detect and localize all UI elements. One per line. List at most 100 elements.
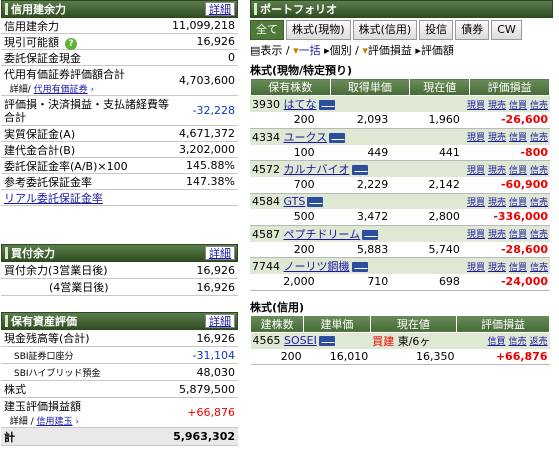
margin-sell-link[interactable]: 信売 (508, 337, 526, 347)
row-value: 11,099,218 (172, 19, 235, 32)
action-link[interactable]: 信売 (530, 230, 548, 240)
real-margin-link[interactable]: リアル委託保証金率 (4, 190, 103, 206)
tab-cw[interactable]: CW (491, 20, 522, 40)
row-label: 信用建余力 (4, 19, 59, 33)
action-link[interactable]: 信買 (509, 101, 527, 111)
chevron-right-icon: › (75, 417, 80, 427)
value-option[interactable]: 評価額 (421, 44, 454, 57)
portfolio-panel: ポートフォリオ 全て 株式(現物) 株式(信用) 投信 債券 CW ▤表示 / … (249, 0, 559, 365)
price-cell: 5,740 (390, 241, 462, 258)
mail-icon[interactable] (318, 336, 335, 346)
row-value: 3,202,000 (179, 143, 235, 156)
tab-fund[interactable]: 投信 (419, 20, 454, 40)
tab-spot[interactable]: 株式(現物) (286, 20, 351, 40)
tab-bond[interactable]: 債券 (455, 20, 490, 40)
stock-name-link[interactable]: ペプチドリーム (284, 228, 361, 241)
collateral-link[interactable]: 代用有価証券 (34, 85, 88, 95)
spot-table-body: 3930 はてな 現買 現売 信買 信売 200 2,093 1,960 -26,600 4334… (250, 96, 550, 291)
mail-icon[interactable] (351, 165, 368, 175)
buying-detail-link[interactable]: 詳細 (205, 246, 235, 260)
stock-code: 4584 (252, 194, 280, 208)
toolbar: ▤表示 / ▾一括 ▸個別 / ▾評価損益 ▸評価額 (250, 44, 454, 57)
mail-icon[interactable] (362, 229, 379, 240)
row-label: 計 (4, 430, 15, 444)
detail-label: 詳細 (9, 417, 28, 427)
row-label: 建代金合計(B) (4, 143, 76, 157)
action-link[interactable]: 現買 (467, 198, 485, 208)
shares-cell: 700 (250, 177, 317, 194)
action-link[interactable]: 信買 (509, 198, 527, 208)
action-link[interactable]: 現売 (488, 263, 506, 273)
row-value: 5,963,302 (173, 430, 235, 443)
row-label: SBIハイブリッド預金 (14, 368, 101, 379)
portfolio-title: ポートフォリオ (254, 1, 337, 17)
cost-cell: 449 (316, 144, 391, 161)
mail-icon[interactable] (318, 100, 335, 110)
action-link[interactable]: 現売 (488, 230, 506, 240)
row-value: 147.38% (186, 175, 235, 188)
action-link[interactable]: 現売 (488, 198, 506, 208)
col-header: 現在値 (369, 314, 457, 333)
action-link[interactable]: 信買 (509, 133, 527, 143)
stock-name-link[interactable]: カルナバイオ (284, 163, 350, 176)
margin-position-link[interactable]: 信用建玉 (37, 417, 73, 427)
cost-cell: 16,010 (303, 348, 371, 365)
row-label: 建玉評価損益額 詳細 / 信用建玉 › (4, 400, 81, 427)
action-link[interactable]: 現買 (467, 230, 485, 240)
stock-name-link[interactable]: はてな (284, 98, 317, 111)
stock-name-link[interactable]: ノーリツ鋼機 (284, 260, 350, 273)
margin-buy-link[interactable]: 信買 (487, 337, 505, 347)
tab-all[interactable]: 全て (250, 20, 284, 40)
action-link[interactable]: 現買 (467, 166, 485, 176)
mail-icon[interactable] (329, 132, 346, 143)
table-row: 4587 ペプチドリーム 現買 現売 信買 信売 (250, 225, 550, 242)
action-link[interactable]: 信売 (530, 101, 548, 111)
stock-name-link[interactable]: ユークス (284, 131, 328, 144)
cost-cell: 5,883 (316, 241, 391, 258)
action-link[interactable]: 信買 (509, 263, 527, 273)
help-icon[interactable]: ? (65, 37, 77, 50)
row-value: 4,671,372 (179, 127, 235, 140)
row-label: 株式 (4, 383, 26, 396)
mail-icon[interactable] (351, 262, 368, 272)
action-link[interactable]: 現買 (467, 133, 485, 143)
row-value: +66,876 (187, 406, 235, 419)
margin-section-title: 株式(信用) (250, 300, 305, 314)
row-label: 参考委託保証金率 (4, 175, 92, 189)
credit-header: 信用建余力 詳細 (1, 0, 238, 18)
action-link[interactable]: 信売 (530, 133, 548, 143)
buying-row: 買付余力(3営業日後) 16,926 (1, 262, 238, 279)
stock-name-link[interactable]: SOSEI (284, 334, 317, 347)
credit-title: 信用建余力 (5, 1, 66, 17)
pl-option[interactable]: 評価損益 (368, 44, 412, 57)
mail-icon[interactable] (307, 196, 324, 207)
table-row: 4334 ユークス 現買 現売 信買 信売 (250, 128, 550, 145)
action-link[interactable]: 信売 (530, 166, 548, 176)
price-cell: 2,142 (390, 177, 462, 194)
action-links: 現買 現売 信買 信売 (461, 257, 550, 274)
table-row: 700 2,229 2,142 -60,900 (250, 177, 550, 194)
action-link[interactable]: 信買 (509, 230, 527, 240)
repay-sell-link[interactable]: 返売 (529, 337, 547, 347)
action-link[interactable]: 現売 (488, 166, 506, 176)
assets-detail-link[interactable]: 詳細 (205, 314, 235, 328)
action-link[interactable]: 信買 (509, 166, 527, 176)
individual-option[interactable]: 個別 (330, 44, 352, 57)
pl-cell: -800 (461, 144, 550, 161)
action-link[interactable]: 現買 (467, 263, 485, 273)
table-row: 7744 ノーリツ鋼機 現買 現売 信買 信売 (250, 257, 550, 274)
row-label: 評価損・決済損益・支払諸経費等合計 (4, 97, 169, 124)
action-link[interactable]: 信売 (530, 198, 548, 208)
stock-name-link[interactable]: GTS (284, 195, 306, 208)
shares-cell: 200 (250, 241, 317, 258)
action-link[interactable]: 現売 (488, 101, 506, 111)
action-link[interactable]: 現買 (467, 101, 485, 111)
action-link[interactable]: 信売 (530, 263, 548, 273)
credit-detail-link[interactable]: 詳細 (205, 2, 235, 16)
credit-row: 参考委託保証金率 147.38% (1, 174, 238, 190)
chevron-right-icon: › (90, 85, 95, 95)
tab-margin[interactable]: 株式(信用) (352, 20, 418, 40)
stock-code: 4587 (252, 227, 280, 241)
bulk-option[interactable]: 一括 (299, 44, 321, 57)
action-link[interactable]: 現売 (488, 133, 506, 143)
